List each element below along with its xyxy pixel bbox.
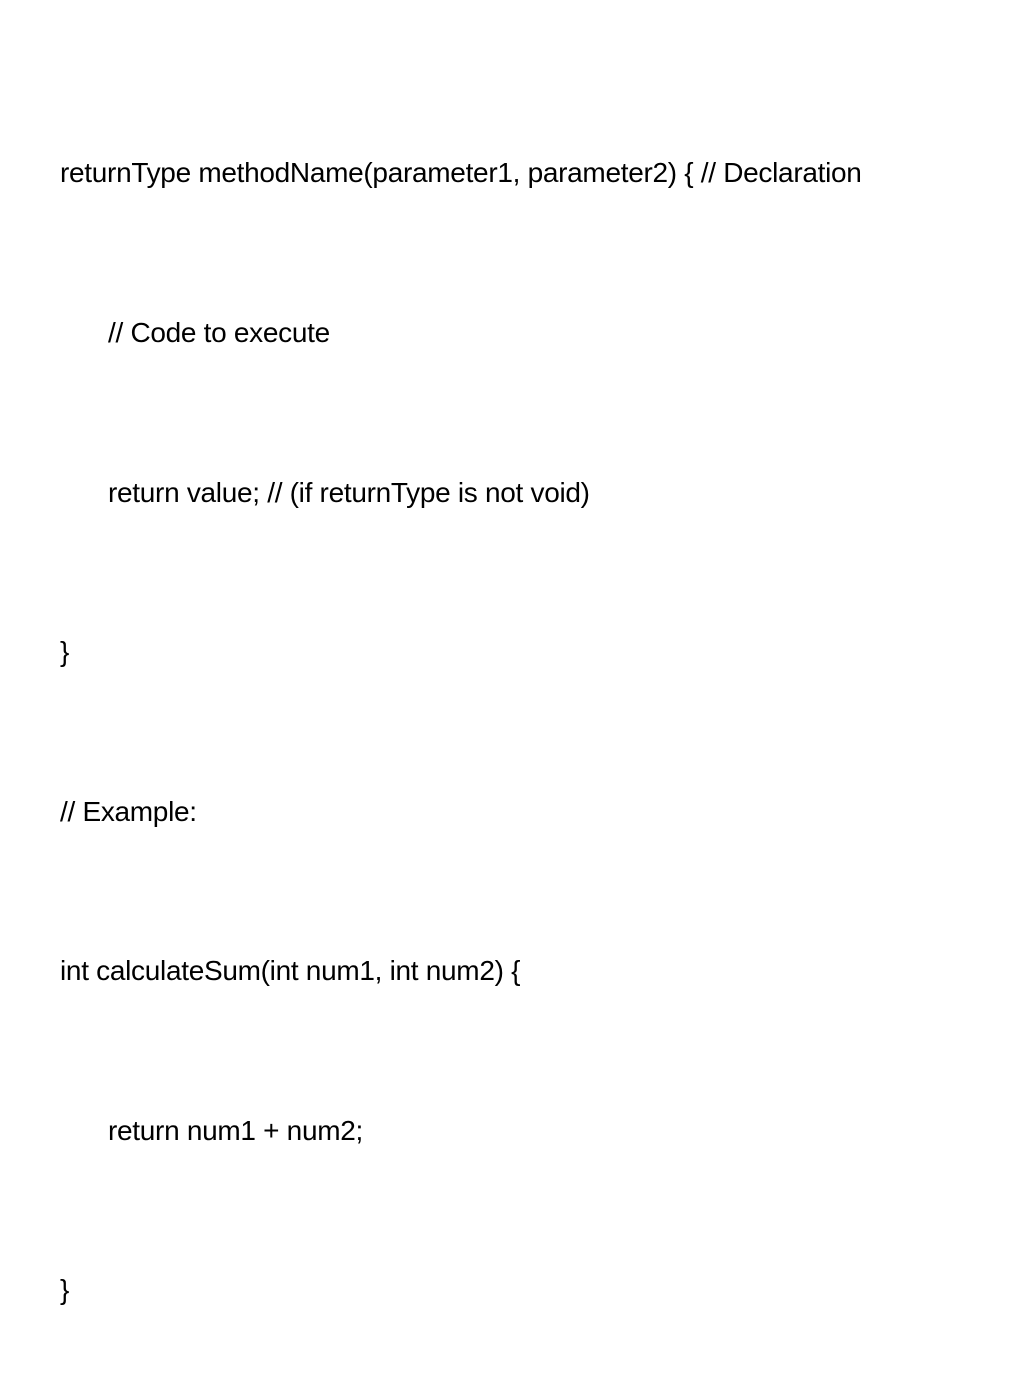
code-block: returnType methodName(parameter1, parame…	[60, 40, 964, 1390]
code-line-5: // Example:	[60, 785, 964, 838]
code-line-7: return num1 + num2;	[60, 1104, 964, 1157]
code-line-8: }	[60, 1263, 964, 1316]
code-line-2: // Code to execute	[60, 306, 964, 359]
code-line-1: returnType methodName(parameter1, parame…	[60, 146, 964, 199]
code-line-3: return value; // (if returnType is not v…	[60, 466, 964, 519]
code-line-6: int calculateSum(int num1, int num2) {	[60, 944, 964, 997]
code-line-4: }	[60, 625, 964, 678]
